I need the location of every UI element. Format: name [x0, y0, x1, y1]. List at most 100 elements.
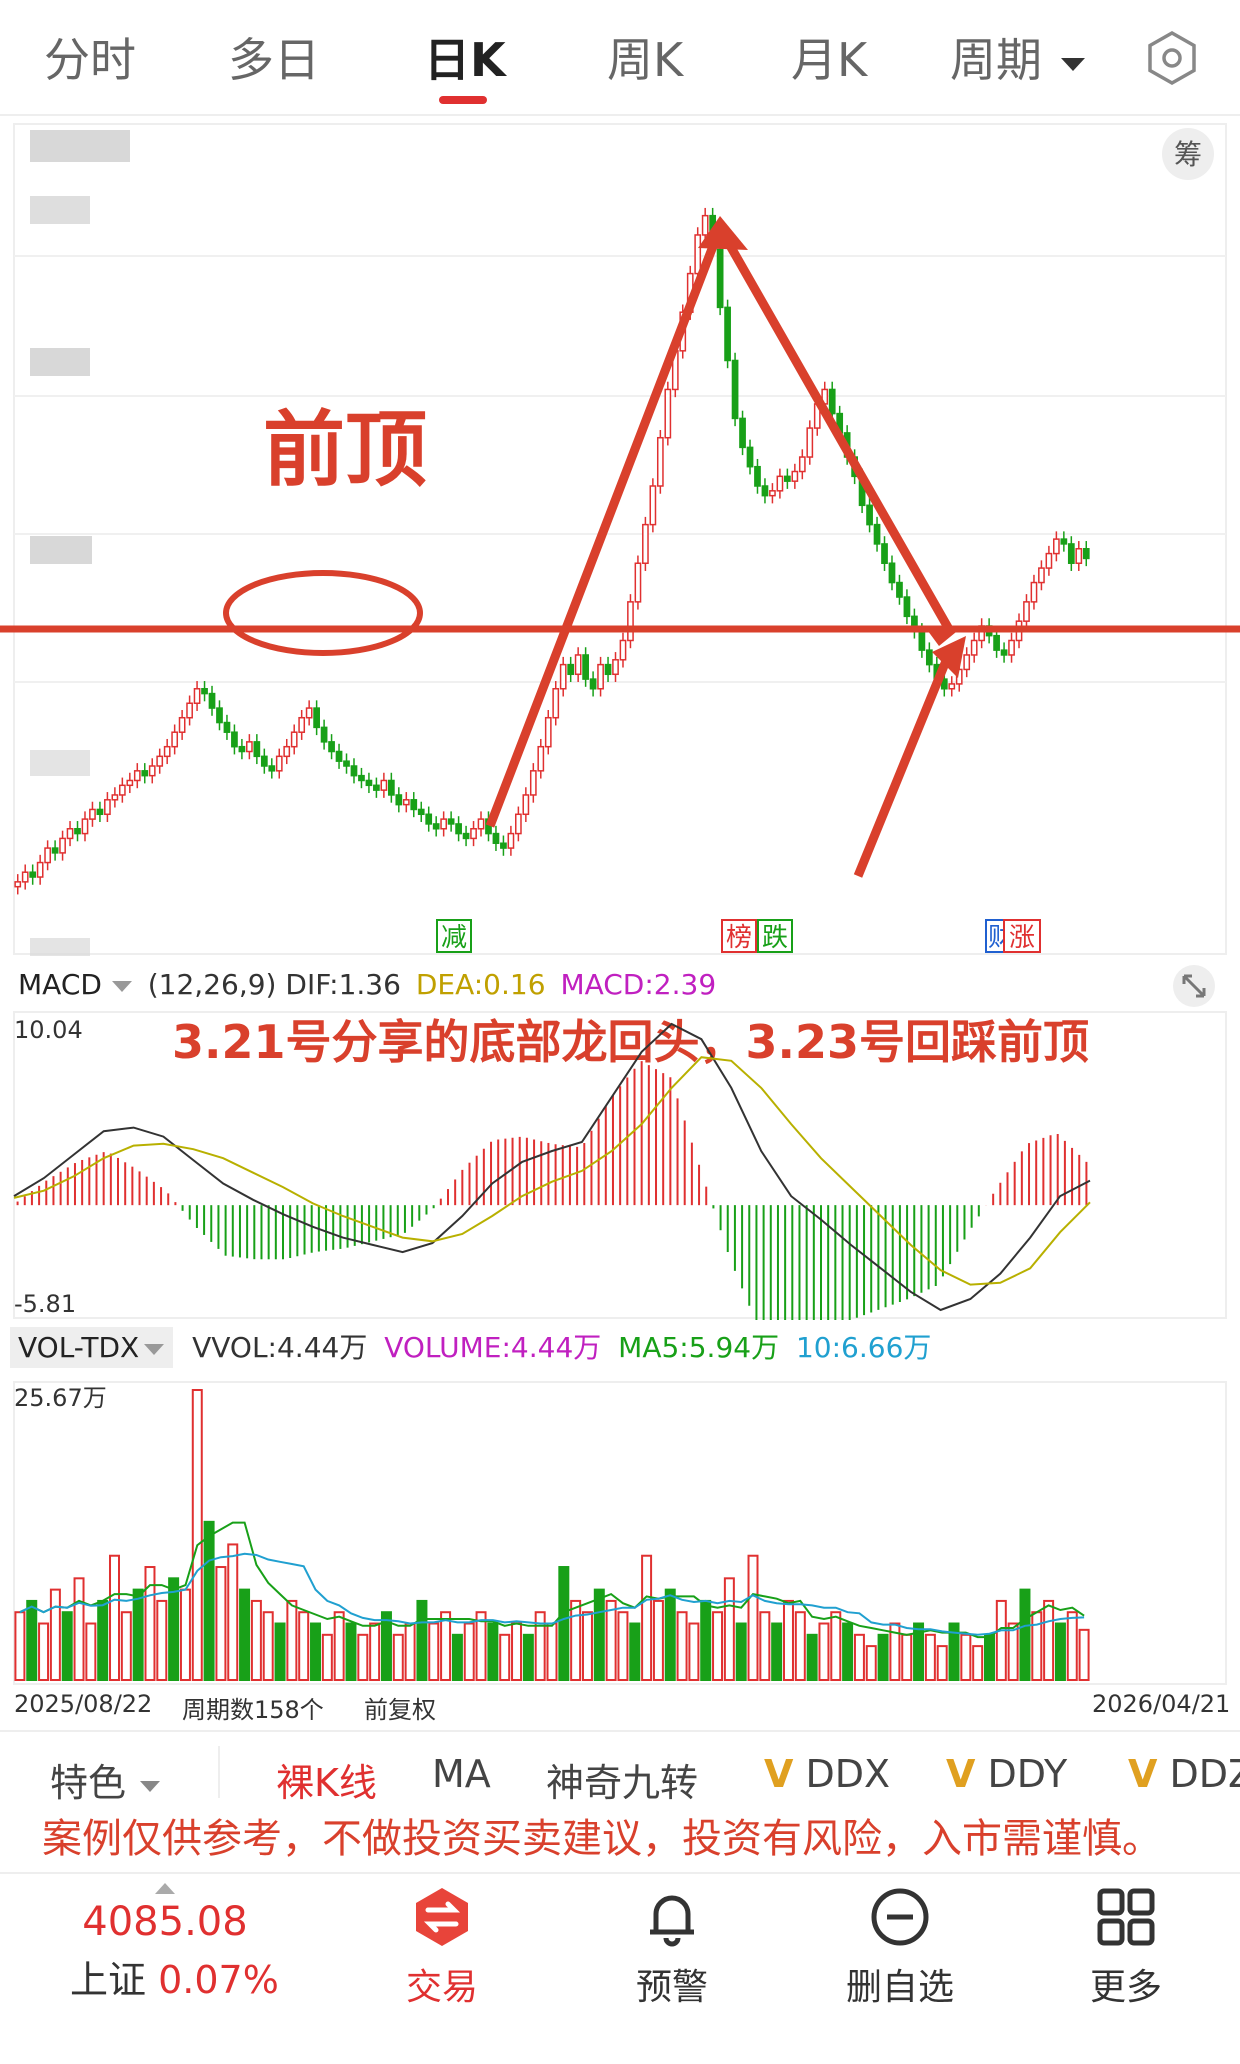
- candle-body: [634, 562, 642, 603]
- candle-body: [208, 692, 216, 709]
- volume-bar: [558, 1566, 570, 1682]
- volume-bar: [1078, 1628, 1090, 1682]
- volume-bar: [369, 1622, 381, 1681]
- candle-body: [896, 581, 903, 598]
- nav-more[interactable]: 更多: [1046, 1886, 1206, 2010]
- volume-ma10-line: [19, 1552, 1085, 1636]
- candle-body: [1000, 649, 1008, 656]
- candle-body: [156, 755, 164, 767]
- candle-body: [395, 794, 403, 806]
- volume-value: VOLUME:4.44万: [384, 1331, 602, 1364]
- volume-bar: [274, 1622, 286, 1681]
- volume-bar: [250, 1599, 262, 1681]
- blurred-price-label: [30, 750, 90, 776]
- candle-body: [163, 745, 171, 758]
- volume-header: VOL-TDX VVOL:4.44万 VOLUME:4.44万 MA5:5.94…: [10, 1326, 931, 1370]
- candle-body: [1067, 543, 1075, 564]
- macd-indicator-name[interactable]: MACD: [18, 968, 102, 1001]
- candle-body: [260, 755, 268, 767]
- candle-body: [111, 794, 119, 801]
- candle-body: [402, 799, 410, 806]
- feature-dropdown[interactable]: 特色: [50, 1752, 162, 1807]
- volume-bar: [239, 1588, 251, 1682]
- volume-chart[interactable]: [0, 1380, 1240, 1686]
- event-marker-rise[interactable]: 涨: [1009, 923, 1035, 953]
- candle-body: [649, 485, 657, 526]
- candle-body: [14, 881, 22, 888]
- candle-body: [313, 707, 320, 729]
- volume-bar: [723, 1577, 735, 1681]
- candle-body: [731, 359, 739, 420]
- nav-trade[interactable]: 交易: [362, 1886, 522, 2010]
- tab-multi-day[interactable]: 多日: [228, 24, 320, 90]
- volume-bar: [794, 1611, 806, 1681]
- volume-bar: [735, 1622, 747, 1681]
- nav-remove-watchlist[interactable]: 删自选: [820, 1886, 980, 2010]
- candle-body: [440, 818, 448, 830]
- candle-body: [574, 654, 582, 676]
- event-marker-reduce[interactable]: 减: [441, 923, 467, 953]
- tab-monthly-k[interactable]: 月K: [791, 24, 867, 90]
- bell-icon: [650, 1895, 694, 1947]
- candle-body: [238, 745, 246, 753]
- kline-chart[interactable]: 筹 减 榜 跌 财 涨 前顶: [0, 116, 1240, 956]
- adjust-mode-label[interactable]: 前复权: [364, 1690, 436, 1725]
- candle-body: [664, 388, 672, 439]
- vvol-value: VVOL:4.44万: [192, 1331, 368, 1364]
- candle-body: [1023, 601, 1030, 622]
- volume-bar: [924, 1633, 936, 1682]
- volume-bar: [818, 1622, 830, 1681]
- tool-ma[interactable]: MA: [432, 1752, 491, 1796]
- volume-bar: [877, 1633, 889, 1682]
- candle-body: [656, 436, 664, 487]
- volume-bar: [38, 1622, 50, 1681]
- settings-hexagon-icon[interactable]: [1144, 30, 1200, 90]
- volume-bar: [298, 1611, 310, 1681]
- volume-bar: [700, 1599, 712, 1681]
- index-ticker[interactable]: 4085.08 上证 0.07%: [70, 1880, 279, 2004]
- toolbar-divider: [218, 1746, 220, 1798]
- candle-body: [66, 828, 74, 840]
- candle-body: [716, 248, 724, 309]
- volume-bar: [901, 1633, 913, 1682]
- start-date-label: 2025/08/22: [14, 1690, 153, 1718]
- event-marker-list[interactable]: 榜: [726, 923, 752, 953]
- tool-ddz[interactable]: V DDZ: [1128, 1752, 1240, 1796]
- macd-chart[interactable]: [0, 1010, 1240, 1320]
- volume-bar: [73, 1577, 85, 1681]
- blurred-price-label: [30, 130, 130, 162]
- tool-ddx[interactable]: V DDX: [764, 1752, 890, 1796]
- candle-body: [746, 446, 754, 468]
- macd-value: MACD:2.39: [560, 968, 717, 1001]
- volume-bar: [49, 1588, 61, 1682]
- candle-body: [970, 639, 978, 656]
- volume-bar: [109, 1554, 120, 1681]
- tab-daily-k[interactable]: 日K: [424, 24, 506, 90]
- candle-body: [1075, 548, 1083, 564]
- tab-period-dropdown[interactable]: 周期: [950, 24, 1087, 90]
- tab-weekly-k[interactable]: 周K: [607, 24, 683, 90]
- candle-body: [358, 774, 365, 782]
- volume-bar: [617, 1611, 629, 1681]
- candle-body: [627, 601, 634, 642]
- volume-bar: [14, 1611, 26, 1681]
- candle-body: [253, 741, 261, 758]
- candle-body: [1038, 567, 1045, 584]
- volume-bar: [570, 1599, 582, 1681]
- tool-ddy[interactable]: V DDY: [946, 1752, 1067, 1796]
- volume-indicator-name[interactable]: VOL-TDX: [10, 1327, 174, 1368]
- volume-bar: [1043, 1599, 1055, 1681]
- nav-alert[interactable]: 预警: [592, 1886, 752, 2010]
- candle-body: [178, 716, 186, 733]
- candle-body: [552, 688, 560, 719]
- macd-dea: DEA:0.16: [415, 968, 546, 1001]
- tool-naked-k[interactable]: 裸K线: [276, 1752, 377, 1807]
- tab-intraday[interactable]: 分时: [44, 24, 136, 90]
- volume-bar: [61, 1611, 73, 1681]
- candle-body: [216, 707, 223, 724]
- event-marker-fall[interactable]: 跌: [762, 923, 788, 953]
- candle-body: [589, 678, 597, 690]
- volume-bar: [440, 1611, 452, 1681]
- tool-magic-nine[interactable]: 神奇九转: [546, 1752, 698, 1807]
- expand-icon[interactable]: [1172, 964, 1216, 1012]
